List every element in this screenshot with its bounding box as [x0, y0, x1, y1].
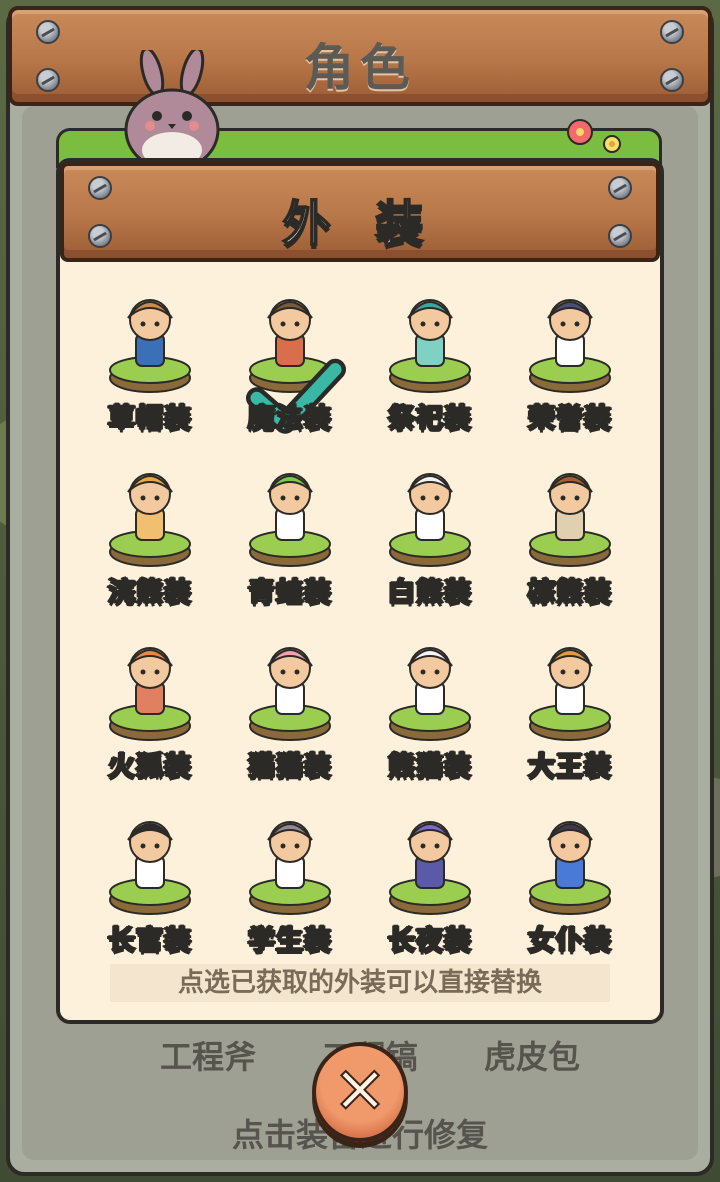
costume-label: 大王装 — [527, 750, 612, 783]
costume-label: 浣熊装 — [107, 576, 192, 609]
flower-icon — [567, 119, 621, 153]
character-sprite-icon — [109, 299, 191, 393]
equipment-item[interactable]: 工程斧 — [160, 1032, 256, 1078]
character-sprite-icon — [109, 647, 191, 741]
costume-label: 祭祀装 — [387, 402, 472, 435]
character-sprite-icon — [109, 821, 191, 915]
costume-item[interactable]: 长夜装 — [360, 804, 500, 976]
character-sprite-icon — [249, 473, 331, 567]
costume-item[interactable]: 祭祀装 — [360, 282, 500, 454]
costume-label: 白熊装 — [387, 576, 472, 609]
character-sprite-icon — [109, 473, 191, 567]
costume-item[interactable]: 草帽装 — [80, 282, 220, 454]
costume-item[interactable]: 青蛙装 — [220, 456, 360, 628]
costume-item[interactable]: 长官装 — [80, 804, 220, 976]
costume-item[interactable]: 猫猫装 — [220, 630, 360, 802]
dialog-title: 外 装 — [282, 195, 438, 253]
costume-item[interactable]: 荣誉装 — [500, 282, 640, 454]
character-sprite-icon — [529, 299, 611, 393]
character-sprite-icon — [529, 821, 611, 915]
costume-item[interactable]: 女仆装 — [500, 804, 640, 976]
costume-label: 熊猫装 — [387, 750, 472, 783]
close-button[interactable]: ✕ — [312, 1042, 408, 1142]
costume-label: 猫猫装 — [247, 750, 332, 783]
costume-label: 女仆装 — [527, 924, 612, 957]
costume-label: 长官装 — [107, 924, 192, 957]
costume-label: 火狐装 — [107, 750, 192, 783]
costume-item[interactable]: 棕熊装 — [500, 456, 640, 628]
costume-item[interactable]: 白熊装 — [360, 456, 500, 628]
character-sprite-icon — [389, 647, 471, 741]
costume-item[interactable]: 火狐装 — [80, 630, 220, 802]
close-icon: ✕ — [332, 1055, 388, 1129]
costume-item[interactable]: 大王装 — [500, 630, 640, 802]
character-sprite-icon — [389, 821, 471, 915]
costume-title-banner: 外 装 — [60, 162, 660, 262]
costume-label: 魔法装 — [247, 402, 332, 435]
character-sprite-icon — [249, 647, 331, 741]
costume-item[interactable]: 熊猫装 — [360, 630, 500, 802]
costume-label: 草帽装 — [107, 402, 192, 435]
character-sprite-icon — [249, 821, 331, 915]
character-sprite-icon — [529, 647, 611, 741]
costume-item[interactable]: 魔法装 — [220, 282, 360, 454]
costume-label: 荣誉装 — [527, 402, 612, 435]
costume-label: 学生装 — [247, 924, 332, 957]
character-sprite-icon — [529, 473, 611, 567]
costume-item[interactable]: 学生装 — [220, 804, 360, 976]
costume-label: 棕熊装 — [527, 576, 612, 609]
costume-item[interactable]: 浣熊装 — [80, 456, 220, 628]
character-sprite-icon — [389, 299, 471, 393]
character-sprite-icon — [389, 473, 471, 567]
costume-grid: 草帽装 魔法装 祭祀装 荣誉装 浣熊装 青蛙装 白熊装 棕熊装 火狐装 猫猫装 … — [80, 282, 640, 976]
costume-dialog: 外 装 草帽装 魔法装 祭祀装 荣誉装 浣熊装 青蛙装 白熊装 棕熊装 火狐装 … — [56, 158, 664, 1024]
equipment-item[interactable]: 虎皮包 — [484, 1032, 580, 1078]
costume-label: 青蛙装 — [247, 576, 332, 609]
replace-hint: 点选已获取的外装可以直接替换 — [110, 964, 610, 1002]
costume-label: 长夜装 — [387, 924, 472, 957]
rabbit-mascot-icon — [124, 50, 220, 170]
